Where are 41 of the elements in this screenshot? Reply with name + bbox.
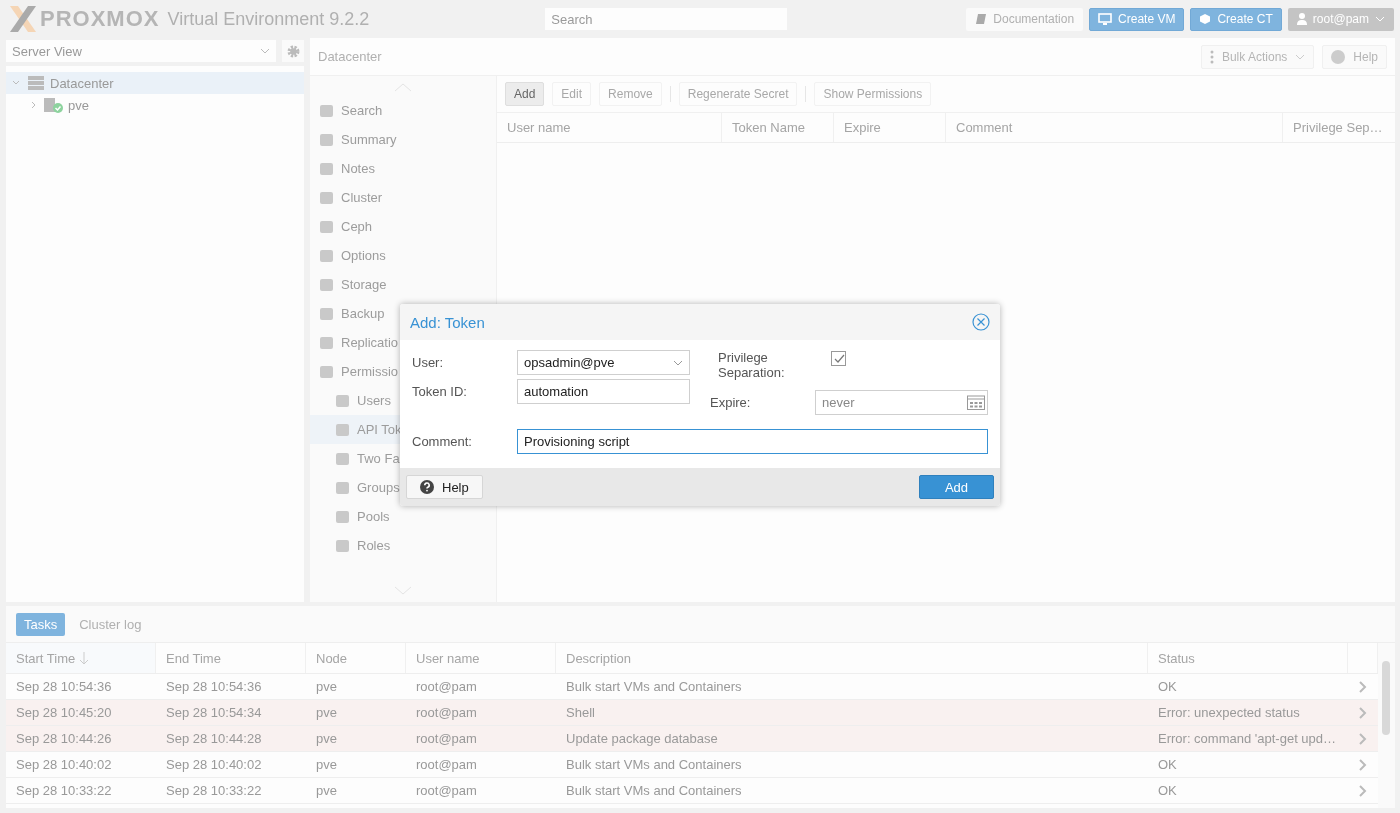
table-cell-text: pve bbox=[315, 730, 338, 748]
field-label: Token ID: bbox=[412, 384, 468, 399]
table-cell-text: Sep 28 10:33:22 bbox=[15, 782, 113, 800]
table-cell-text: Bulk start VMs and Containers bbox=[565, 678, 743, 696]
table-cell-text: Sep 28 10:54:36 bbox=[15, 678, 113, 696]
table-cell-text: pve bbox=[315, 704, 338, 722]
dialog-title: Add: Token bbox=[410, 313, 485, 331]
table-cell-text: Shell bbox=[565, 704, 596, 722]
table-cell-text: Update package database bbox=[565, 730, 719, 748]
table-cell-text: pve bbox=[315, 678, 338, 696]
table-cell-text: OK bbox=[1157, 756, 1178, 774]
table-cell-text: Bulk start VMs and Containers bbox=[565, 756, 743, 774]
table-cell-text: Sep 28 10:54:36 bbox=[165, 678, 263, 696]
table-cell-text: root@pam bbox=[415, 782, 478, 800]
table-cell-text: root@pam bbox=[415, 704, 478, 722]
table-cell-text: Bulk start VMs and Containers bbox=[565, 782, 743, 800]
table-cell-text: root@pam bbox=[415, 678, 478, 696]
table-cell-text: pve bbox=[315, 756, 338, 774]
field-label: Comment: bbox=[412, 434, 473, 449]
field-label: Privilege Separation: bbox=[718, 350, 786, 380]
tree-label: Datacenter bbox=[50, 75, 114, 91]
table-cell-text: OK bbox=[1157, 678, 1178, 696]
table-cell-text: pve bbox=[315, 782, 338, 800]
table-cell-text: Sep 28 10:33:22 bbox=[165, 782, 263, 800]
table-cell-text: Sep 28 10:40:02 bbox=[15, 756, 113, 774]
tree-label: pve bbox=[68, 97, 89, 113]
table-cell-text: Error: command 'apt-get upd… bbox=[1157, 730, 1338, 748]
table-cell-text: Sep 28 10:44:26 bbox=[15, 730, 113, 748]
table-cell-text: Sep 28 10:45:20 bbox=[15, 704, 113, 722]
table-cell-text: root@pam bbox=[415, 756, 478, 774]
product-title: Virtual Environment 9.2.2 bbox=[167, 8, 370, 30]
logo-text: PROXMOX bbox=[40, 6, 160, 32]
table-cell-text: Error: unexpected status bbox=[1157, 704, 1301, 722]
table-cell-text: root@pam bbox=[415, 730, 478, 748]
table-cell-text: Sep 28 10:54:34 bbox=[165, 704, 263, 722]
table-cell-text: Sep 28 10:44:28 bbox=[165, 730, 263, 748]
table-cell-text: Sep 28 10:40:02 bbox=[165, 756, 263, 774]
field-label: Expire: bbox=[710, 395, 752, 410]
panel-title: Datacenter bbox=[318, 49, 382, 64]
field-label: User: bbox=[412, 355, 445, 370]
table-cell-text: OK bbox=[1157, 782, 1178, 800]
